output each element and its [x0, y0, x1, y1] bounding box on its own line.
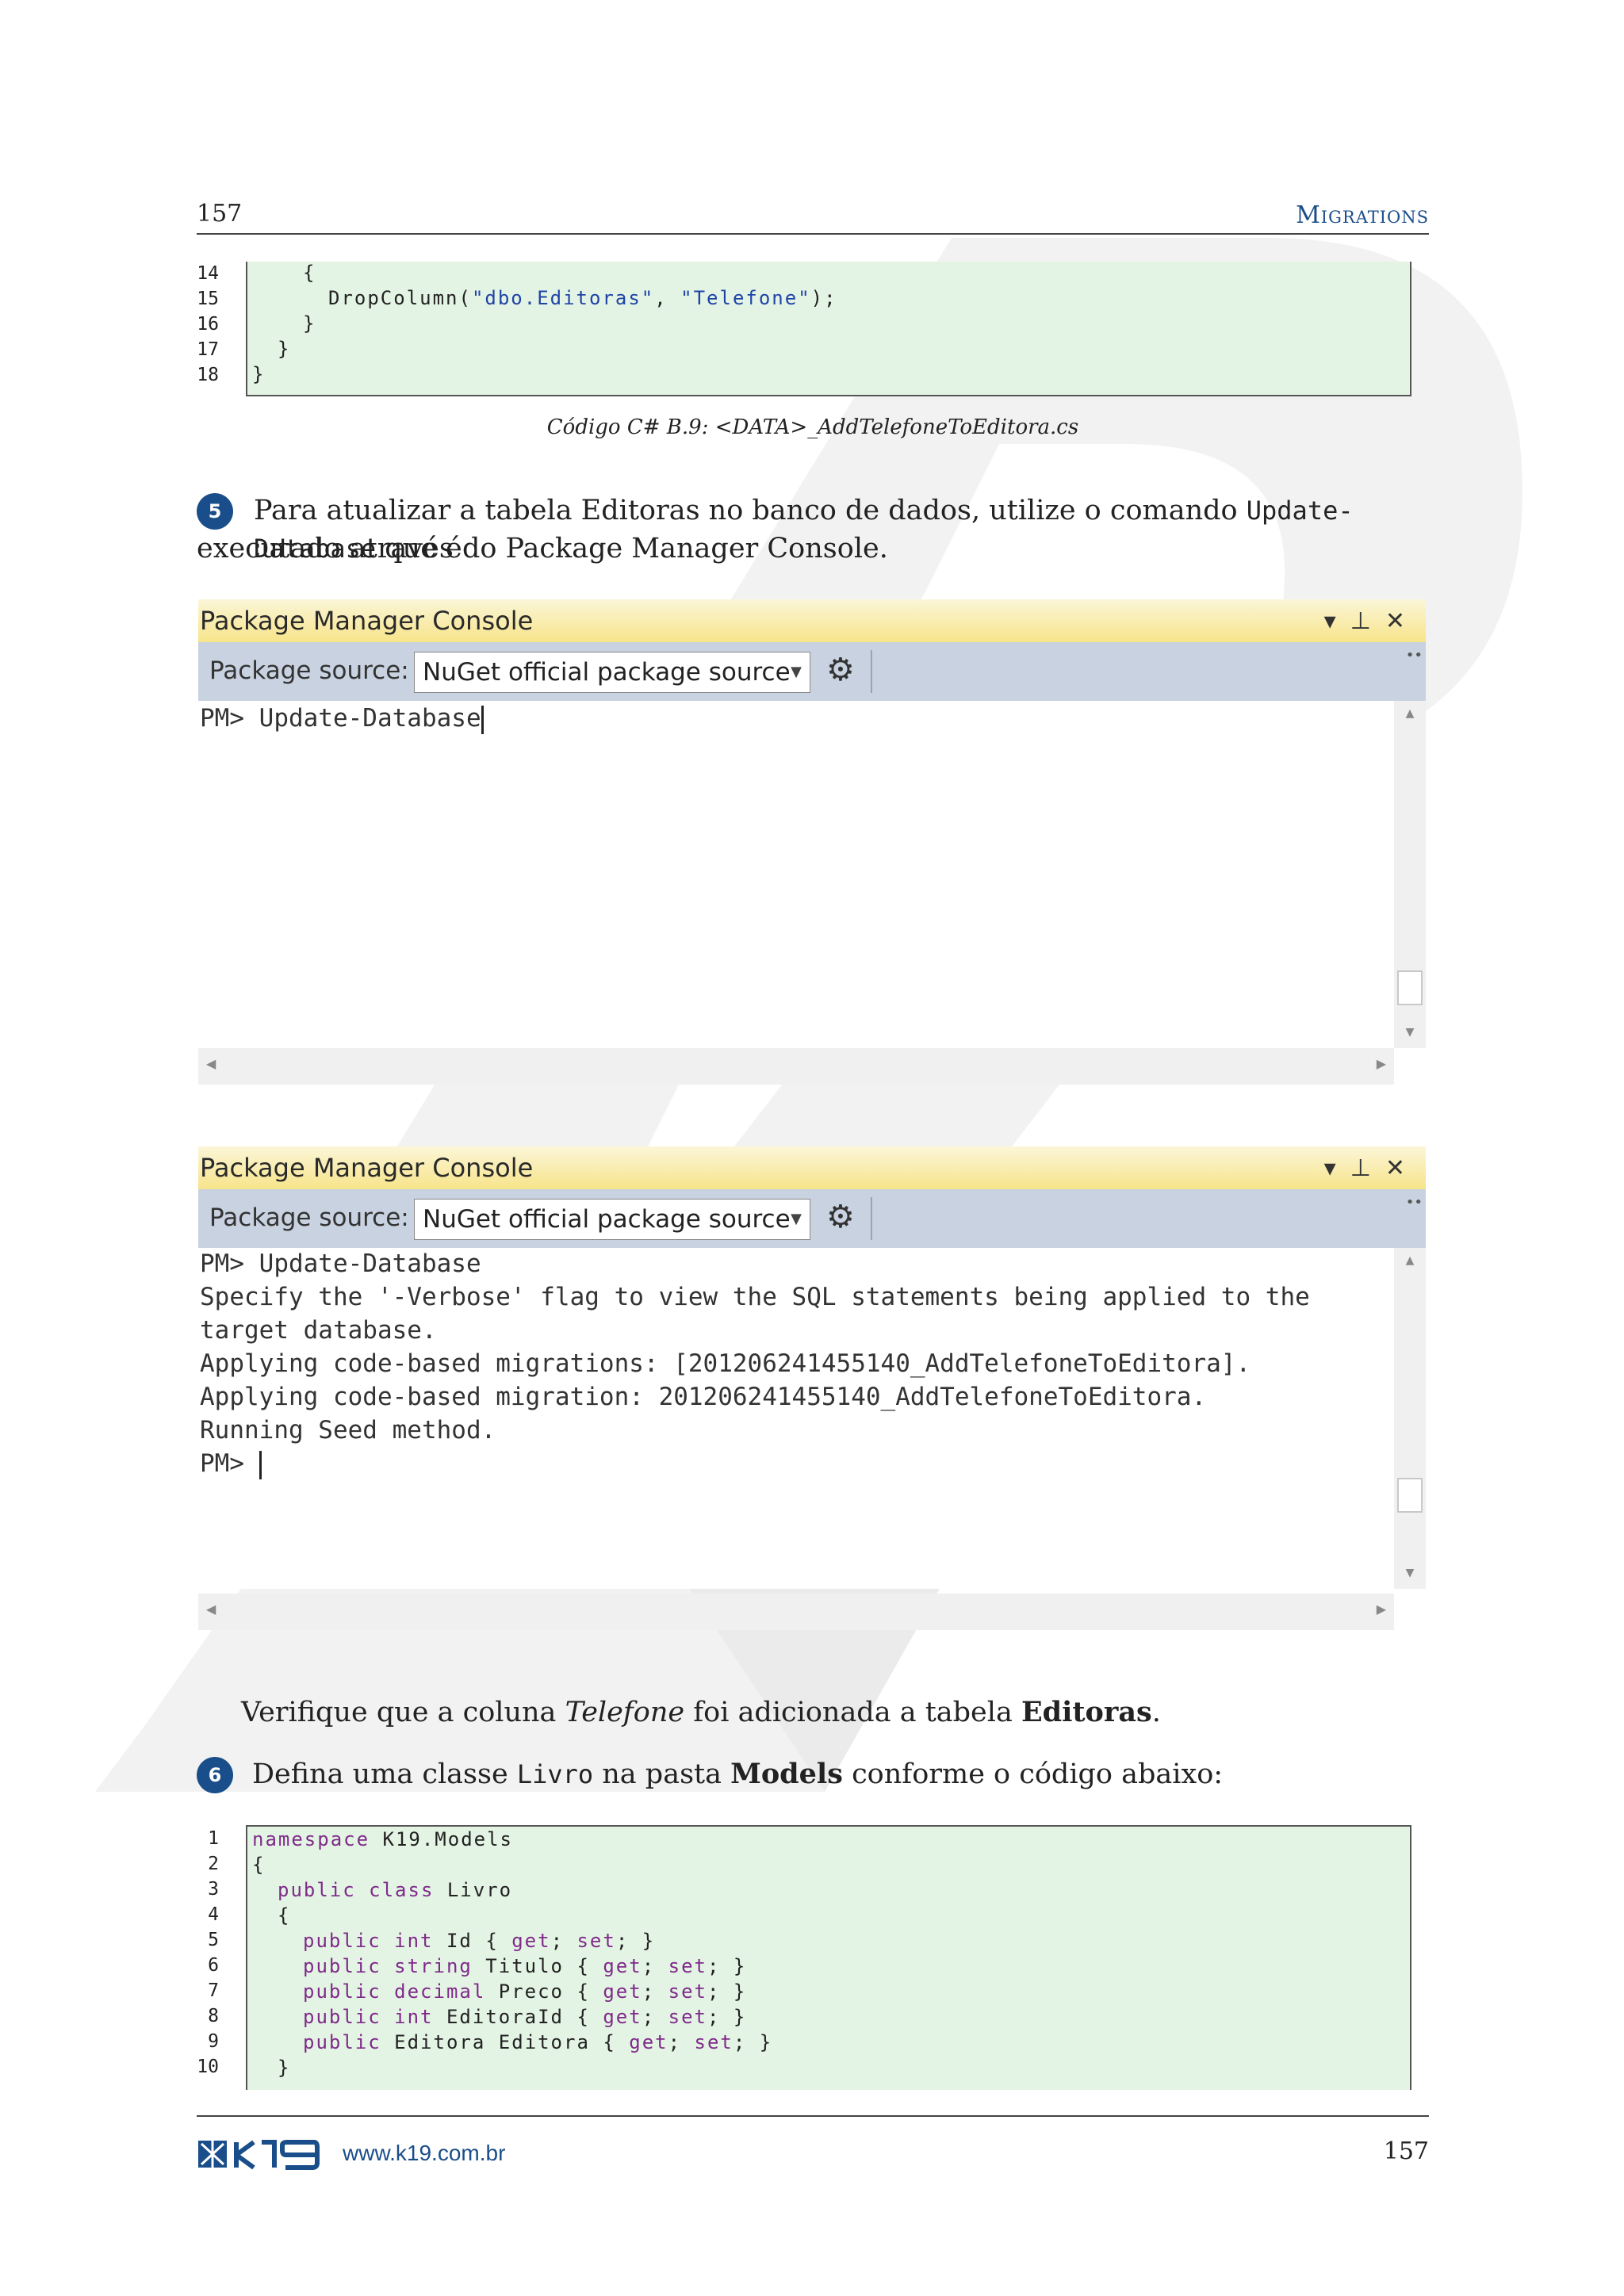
close-icon[interactable]: ✕ [1385, 607, 1419, 635]
text-cursor [259, 1450, 262, 1479]
console-toolbar: Package source: NuGet official package s… [198, 642, 1426, 701]
line-number: 16 [197, 314, 219, 335]
step5-paragraph-line2: executado através do Package Manager Con… [197, 533, 888, 564]
scroll-up-icon[interactable]: ▲ [1394, 1254, 1426, 1267]
horizontal-scrollbar[interactable]: ◀ ▶ [198, 1594, 1394, 1630]
code-listing-top: { DropColumn("dbo.Editoras", "Telefone")… [246, 262, 1411, 396]
console-line: PM> Update-Database [200, 704, 481, 733]
line-number: 8 [208, 2006, 219, 2026]
console-line: Running Seed method. [200, 1416, 496, 1445]
gear-icon[interactable]: ⚙ [826, 652, 855, 688]
page-header: 157 Migrations [197, 195, 1429, 235]
console-output[interactable]: PM> Update-Database Specify the '-Verbos… [198, 1248, 1394, 1589]
k19-logo [198, 2140, 320, 2170]
scroll-thumb[interactable] [1397, 1478, 1423, 1513]
header-section-title: Migrations [1296, 201, 1429, 229]
package-source-label: Package source: [209, 656, 409, 685]
step-badge-6: 6 [197, 1757, 233, 1793]
code-line-15: DropColumn("dbo.Editoras", "Telefone"); [328, 287, 837, 309]
console-line: PM> Update-Database [200, 1249, 481, 1278]
code-line-14: { [303, 262, 316, 284]
code-line-3: public class Livro [278, 1879, 513, 1901]
horizontal-scrollbar[interactable]: ◀ ▶ [198, 1048, 1394, 1085]
console-toolbar: Package source: NuGet official package s… [198, 1189, 1426, 1248]
code-line-1: namespace K19.Models [252, 1828, 513, 1850]
code-listing-livro: namespace K19.Models { public class Livr… [246, 1825, 1411, 2090]
dropdown-icon[interactable]: ▾ [1324, 1154, 1350, 1182]
package-source-select[interactable]: NuGet official package source ▼ [414, 1199, 810, 1240]
code-line-8: public int EditoraId { get; set; } [303, 2006, 747, 2028]
pin-icon[interactable]: ⊥ [1350, 1154, 1385, 1182]
console-titlebar: Package Manager Console ▾⊥✕ [198, 1146, 1426, 1189]
code-line-9: public Editora Editora { get; set; } [303, 2031, 773, 2053]
scroll-up-icon[interactable]: ▲ [1394, 707, 1426, 720]
console-line: target database. [200, 1316, 437, 1345]
scroll-left-icon[interactable]: ◀ [206, 1056, 216, 1071]
line-number: 9 [208, 2031, 219, 2052]
console-titlebar: Package Manager Console ▾⊥✕ [198, 599, 1426, 642]
line-number: 14 [197, 263, 219, 284]
code-caption: Código C# B.9: <DATA>_AddTelefoneToEdito… [546, 415, 1079, 439]
footer-url[interactable]: www.k19.com.br [343, 2141, 505, 2166]
console-line: Applying code-based migration: 201206241… [200, 1383, 1207, 1411]
scroll-down-icon[interactable]: ▼ [1394, 1026, 1426, 1039]
line-number: 15 [197, 289, 219, 309]
scroll-right-icon[interactable]: ▶ [1377, 1056, 1386, 1071]
package-source-label: Package source: [209, 1203, 409, 1232]
overflow-icon[interactable]: •• [1406, 1194, 1423, 1211]
header-page-number: 157 [197, 200, 243, 228]
code-line-16: } [303, 312, 316, 335]
console-line: Applying code-based migrations: [2012062… [200, 1349, 1251, 1378]
code-line-10: } [278, 2057, 291, 2079]
line-number: 6 [208, 1955, 219, 1976]
line-number: 10 [197, 2057, 219, 2077]
scroll-thumb[interactable] [1397, 970, 1423, 1005]
package-source-select[interactable]: NuGet official package source ▼ [414, 652, 810, 693]
dropdown-icon[interactable]: ▾ [1324, 607, 1350, 635]
code-line-17: } [278, 338, 291, 360]
code-line-2: { [252, 1854, 266, 1876]
text-cursor [481, 705, 484, 734]
scroll-down-icon[interactable]: ▼ [1394, 1567, 1426, 1579]
console-output[interactable]: PM> Update-Database [198, 701, 1394, 1048]
vertical-scrollbar[interactable]: ▲ ▼ [1394, 1248, 1426, 1589]
line-number: 5 [208, 1930, 219, 1950]
package-manager-console-1[interactable]: Package Manager Console ▾⊥✕ Package sour… [198, 599, 1426, 1085]
line-number: 1 [208, 1828, 219, 1849]
line-number: 3 [208, 1879, 219, 1900]
line-number: 4 [208, 1904, 219, 1925]
line-number: 7 [208, 1980, 219, 2001]
chevron-down-icon: ▼ [791, 664, 802, 680]
console-title: Package Manager Console [200, 1153, 534, 1183]
package-manager-console-2[interactable]: Package Manager Console ▾⊥✕ Package sour… [198, 1146, 1426, 1630]
console-line: PM> [200, 1449, 259, 1478]
code-line-5: public int Id { get; set; } [303, 1930, 656, 1952]
overflow-icon[interactable]: •• [1406, 647, 1423, 664]
pin-icon[interactable]: ⊥ [1350, 607, 1385, 635]
page-footer: www.k19.com.br 157 [197, 2115, 1429, 2180]
toolbar-divider [871, 650, 872, 693]
step-badge-5: 5 [197, 493, 233, 530]
gear-icon[interactable]: ⚙ [826, 1199, 855, 1235]
vertical-scrollbar[interactable]: ▲ ▼ [1394, 701, 1426, 1048]
code-line-4: { [278, 1904, 291, 1927]
code-line-6: public string Titulo { get; set; } [303, 1955, 747, 1977]
line-number: 2 [208, 1854, 219, 1874]
code-line-7: public decimal Preco { get; set; } [303, 1980, 747, 2003]
line-number: 17 [197, 339, 219, 360]
close-icon[interactable]: ✕ [1385, 1154, 1419, 1182]
toolbar-divider [871, 1197, 872, 1240]
scroll-left-icon[interactable]: ◀ [206, 1601, 216, 1617]
verify-paragraph: Verifique que a coluna Telefone foi adic… [241, 1696, 1161, 1728]
step6-paragraph: Defina uma classe Livro na pasta Models … [252, 1758, 1224, 1790]
scroll-right-icon[interactable]: ▶ [1377, 1601, 1386, 1617]
footer-page-number: 157 [1383, 2137, 1429, 2165]
console-line: Specify the '-Verbose' flag to view the … [200, 1283, 1310, 1311]
chevron-down-icon: ▼ [791, 1211, 802, 1227]
console-title: Package Manager Console [200, 606, 534, 636]
code-line-18: } [252, 363, 266, 385]
line-number: 18 [197, 365, 219, 385]
